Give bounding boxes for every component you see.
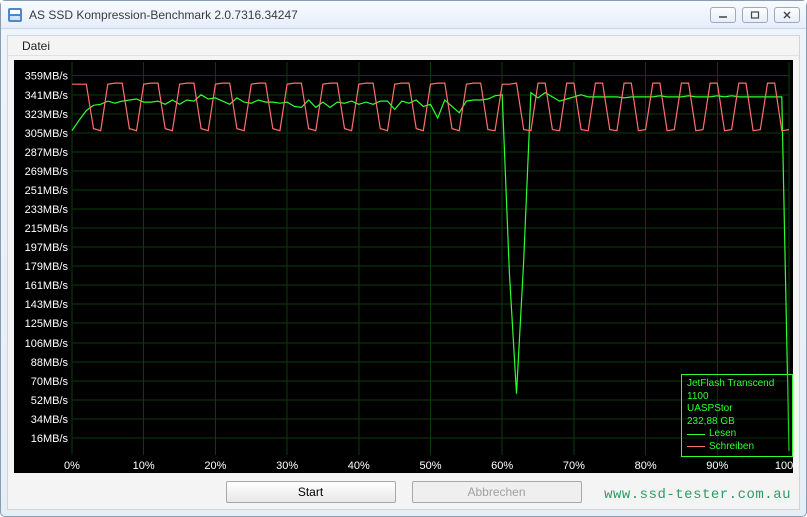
svg-text:20%: 20% (204, 460, 226, 472)
compression-chart: 16MB/s 34MB/s 52MB/s 70MB/s 88MB/s 106MB/s 125… (14, 60, 793, 473)
app-icon (7, 7, 23, 23)
svg-text:106MB/s: 106MB/s (25, 338, 69, 350)
svg-text:323MB/s: 323MB/s (25, 109, 69, 121)
cancel-button[interactable]: Abbrechen (412, 481, 582, 503)
svg-text:34MB/s: 34MB/s (31, 414, 69, 426)
svg-text:10%: 10% (133, 460, 155, 472)
svg-text:305MB/s: 305MB/s (25, 128, 69, 140)
svg-text:197MB/s: 197MB/s (25, 242, 69, 254)
app-window: AS SSD Kompression-Benchmark 2.0.7316.34… (0, 0, 807, 517)
legend-read-row: Lesen (687, 428, 787, 441)
svg-text:40%: 40% (348, 460, 370, 472)
svg-text:90%: 90% (706, 460, 728, 472)
legend-device: JetFlash Transcend (687, 378, 787, 391)
svg-text:70%: 70% (563, 460, 585, 472)
maximize-button[interactable] (742, 7, 768, 23)
legend-read-label: Lesen (709, 428, 736, 441)
legend-read-swatch (687, 434, 705, 435)
titlebar: AS SSD Kompression-Benchmark 2.0.7316.34… (1, 1, 806, 29)
svg-text:50%: 50% (419, 460, 441, 472)
legend-box: JetFlash Transcend 1100 UASPStor 232,88 … (681, 374, 793, 457)
legend-driver: UASPStor (687, 403, 787, 416)
menubar: Datei (8, 36, 799, 56)
legend-model: 1100 (687, 391, 787, 404)
svg-text:179MB/s: 179MB/s (25, 261, 69, 273)
svg-text:341MB/s: 341MB/s (25, 90, 69, 102)
watermark: www.ssd-tester.com.au (604, 487, 791, 503)
start-button[interactable]: Start (226, 481, 396, 503)
svg-text:143MB/s: 143MB/s (25, 299, 69, 311)
legend-capacity: 232,88 GB (687, 416, 787, 429)
svg-text:233MB/s: 233MB/s (25, 204, 69, 216)
window-buttons (710, 7, 800, 23)
svg-text:161MB/s: 161MB/s (25, 280, 69, 292)
legend-write-swatch (687, 446, 705, 447)
svg-text:70MB/s: 70MB/s (31, 376, 69, 388)
client-area: Datei 16MB/s 34MB/s 52MB/s 70MB/s 88MB/s 106M… (7, 35, 800, 510)
legend-write-row: Schreiben (687, 441, 787, 454)
svg-text:88MB/s: 88MB/s (31, 357, 69, 369)
svg-text:100%: 100% (775, 460, 793, 472)
svg-text:269MB/s: 269MB/s (25, 166, 69, 178)
svg-text:359MB/s: 359MB/s (25, 71, 69, 83)
svg-text:251MB/s: 251MB/s (25, 185, 69, 197)
svg-text:16MB/s: 16MB/s (31, 433, 69, 445)
close-button[interactable] (774, 7, 800, 23)
menu-file[interactable]: Datei (16, 38, 56, 54)
button-row: Start Abbrechen www.ssd-tester.com.au (8, 475, 799, 509)
legend-write-label: Schreiben (709, 441, 754, 454)
svg-text:287MB/s: 287MB/s (25, 147, 69, 159)
svg-text:52MB/s: 52MB/s (31, 395, 69, 407)
svg-text:30%: 30% (276, 460, 298, 472)
minimize-button[interactable] (710, 7, 736, 23)
svg-text:80%: 80% (635, 460, 657, 472)
window-title: AS SSD Kompression-Benchmark 2.0.7316.34… (29, 8, 710, 22)
svg-text:125MB/s: 125MB/s (25, 318, 69, 330)
svg-text:0%: 0% (64, 460, 80, 472)
svg-text:60%: 60% (491, 460, 513, 472)
svg-text:215MB/s: 215MB/s (25, 223, 69, 235)
chart-area: 16MB/s 34MB/s 52MB/s 70MB/s 88MB/s 106MB/s 125… (14, 60, 793, 473)
